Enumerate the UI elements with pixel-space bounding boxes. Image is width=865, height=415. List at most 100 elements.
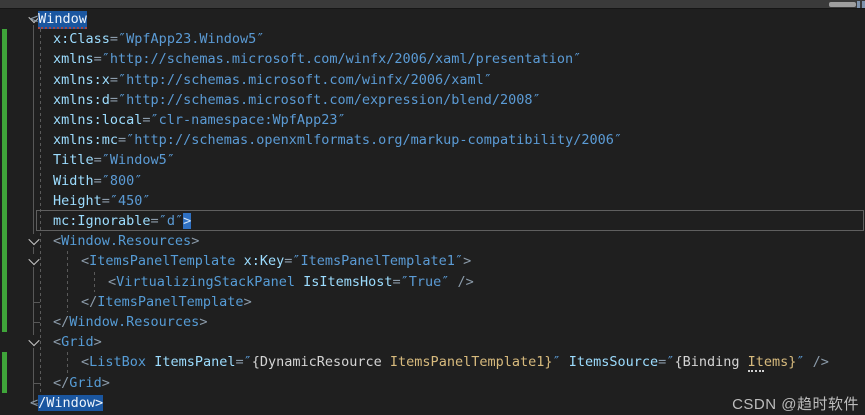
code-token: xmlns:local — [53, 112, 142, 128]
code-token: IsItemsHost — [303, 274, 392, 290]
code-token: ″http://schemas.microsoft.com/expression… — [118, 92, 541, 108]
code-token: </ — [53, 375, 69, 391]
code-token: < — [53, 233, 61, 249]
code-token: Height — [53, 193, 102, 209]
code-token — [561, 354, 569, 370]
code-token: = — [393, 274, 401, 290]
code-token: < — [30, 11, 38, 27]
code-token: ″800″ — [102, 173, 143, 189]
code-token: = — [94, 152, 102, 168]
code-line[interactable]: Height=″450″ — [0, 191, 865, 212]
code-token — [146, 354, 154, 370]
code-token: < — [81, 253, 89, 269]
code-token: = — [110, 31, 118, 47]
code-token: ItemsPanelTemplate — [97, 294, 243, 310]
code-editor[interactable]: <Windowx:Class=″WpfApp23.Window5″xmlns=″… — [0, 9, 865, 415]
code-line[interactable]: x:Class=″WpfApp23.Window5″ — [0, 29, 865, 50]
code-line[interactable]: xmlns:d=″http://schemas.microsoft.com/ex… — [0, 90, 865, 111]
code-token: ″450″ — [110, 193, 151, 209]
code-token: > — [183, 213, 191, 229]
code-line[interactable]: <Window — [0, 9, 865, 30]
code-line[interactable]: </ItemsPanelTemplate> — [0, 292, 865, 313]
code-token: Window.Resources — [61, 233, 191, 249]
code-line[interactable]: <ListBox ItemsPanel=″{DynamicResource It… — [0, 352, 865, 373]
code-token: ″Window5″ — [102, 152, 175, 168]
code-line[interactable]: Title=″Window5″ — [0, 150, 865, 171]
code-token: Title — [53, 152, 94, 168]
code-token: ″d″ — [159, 213, 183, 229]
code-token: xmlns:d — [53, 92, 110, 108]
code-token: ItemsPanelTemplate1} — [390, 354, 553, 370]
code-token: = — [94, 173, 102, 189]
code-token: > — [94, 334, 102, 350]
code-token: /Window> — [38, 395, 103, 411]
code-line[interactable]: <Window.Resources> — [0, 231, 865, 252]
code-token: {Binding — [674, 354, 747, 370]
code-token: It — [748, 354, 764, 372]
code-token: /> — [805, 354, 829, 370]
scrollbar-thumb[interactable] — [829, 2, 856, 7]
code-line[interactable]: </Window.Resources> — [0, 312, 865, 333]
code-token: Window — [38, 11, 87, 29]
code-line[interactable]: Width=″800″ — [0, 171, 865, 192]
code-token: ″http://schemas.openxmlformats.org/marku… — [126, 132, 622, 148]
code-token — [235, 253, 243, 269]
code-token: mc:Ignorable — [53, 213, 151, 229]
code-token: < — [108, 274, 116, 290]
code-token: Grid — [69, 375, 102, 391]
code-line[interactable]: <ItemsPanelTemplate x:Key=″ItemsPanelTem… — [0, 251, 865, 272]
code-token: ″http://schemas.microsoft.com/winfx/2006… — [102, 51, 582, 67]
code-token: ″ — [244, 354, 252, 370]
code-token: ems} — [764, 354, 797, 370]
code-token: Window.Resources — [69, 314, 199, 330]
code-token: ″clr-namespace:WpfApp23″ — [151, 112, 346, 128]
code-token: xmlns:x — [53, 72, 110, 88]
code-token: xmlns:mc — [53, 132, 118, 148]
code-token: > — [244, 294, 252, 310]
code-token: < — [53, 334, 61, 350]
code-token: = — [110, 72, 118, 88]
code-line[interactable]: xmlns:x=″http://schemas.microsoft.com/wi… — [0, 70, 865, 91]
code-token: = — [118, 132, 126, 148]
code-line[interactable]: xmlns=″http://schemas.microsoft.com/winf… — [0, 49, 865, 70]
code-line[interactable]: xmlns:mc=″http://schemas.openxmlformats.… — [0, 130, 865, 151]
code-token: Width — [53, 173, 94, 189]
horizontal-scrollbar — [0, 0, 865, 9]
code-token: > — [199, 314, 207, 330]
code-token: ItemsSource — [569, 354, 658, 370]
code-token: = — [235, 354, 243, 370]
code-token: ″ — [552, 354, 560, 370]
scrollbar-corner-icon — [857, 1, 860, 8]
code-token: < — [81, 354, 89, 370]
code-line[interactable]: </Grid> — [0, 373, 865, 394]
code-token: ″True″ — [401, 274, 450, 290]
code-lines: <Windowx:Class=″WpfApp23.Window5″xmlns=″… — [0, 9, 865, 415]
code-line[interactable]: <Grid> — [0, 332, 865, 353]
code-token: ″ItemsPanelTemplate1″ — [292, 253, 463, 269]
code-token: > — [463, 253, 471, 269]
code-token: = — [94, 51, 102, 67]
code-line[interactable]: xmlns:local=″clr-namespace:WpfApp23″ — [0, 110, 865, 131]
code-token: Grid — [61, 334, 94, 350]
code-token: = — [102, 193, 110, 209]
code-token: > — [191, 233, 199, 249]
watermark: CSDN @趋时软件 — [732, 393, 859, 414]
code-line[interactable]: <VirtualizingStackPanel IsItemsHost=″Tru… — [0, 272, 865, 293]
code-token: > — [102, 375, 110, 391]
code-line[interactable]: mc:Ignorable=″d″> — [0, 211, 865, 232]
code-token: = — [142, 112, 150, 128]
code-token: ″ — [796, 354, 804, 370]
code-token: ListBox — [89, 354, 146, 370]
code-token: </ — [53, 314, 69, 330]
code-token: ″http://schemas.microsoft.com/winfx/2006… — [118, 72, 492, 88]
code-token: ItemsPanel — [154, 354, 235, 370]
code-token: </ — [81, 294, 97, 310]
code-token: = — [151, 213, 159, 229]
code-token: {DynamicResource — [252, 354, 390, 370]
code-token: /> — [449, 274, 473, 290]
code-token: xmlns — [53, 51, 94, 67]
code-token: ItemsPanelTemplate — [89, 253, 235, 269]
code-token: VirtualizingStackPanel — [116, 274, 295, 290]
code-token: x:Class — [53, 31, 110, 47]
code-token: < — [30, 395, 38, 411]
